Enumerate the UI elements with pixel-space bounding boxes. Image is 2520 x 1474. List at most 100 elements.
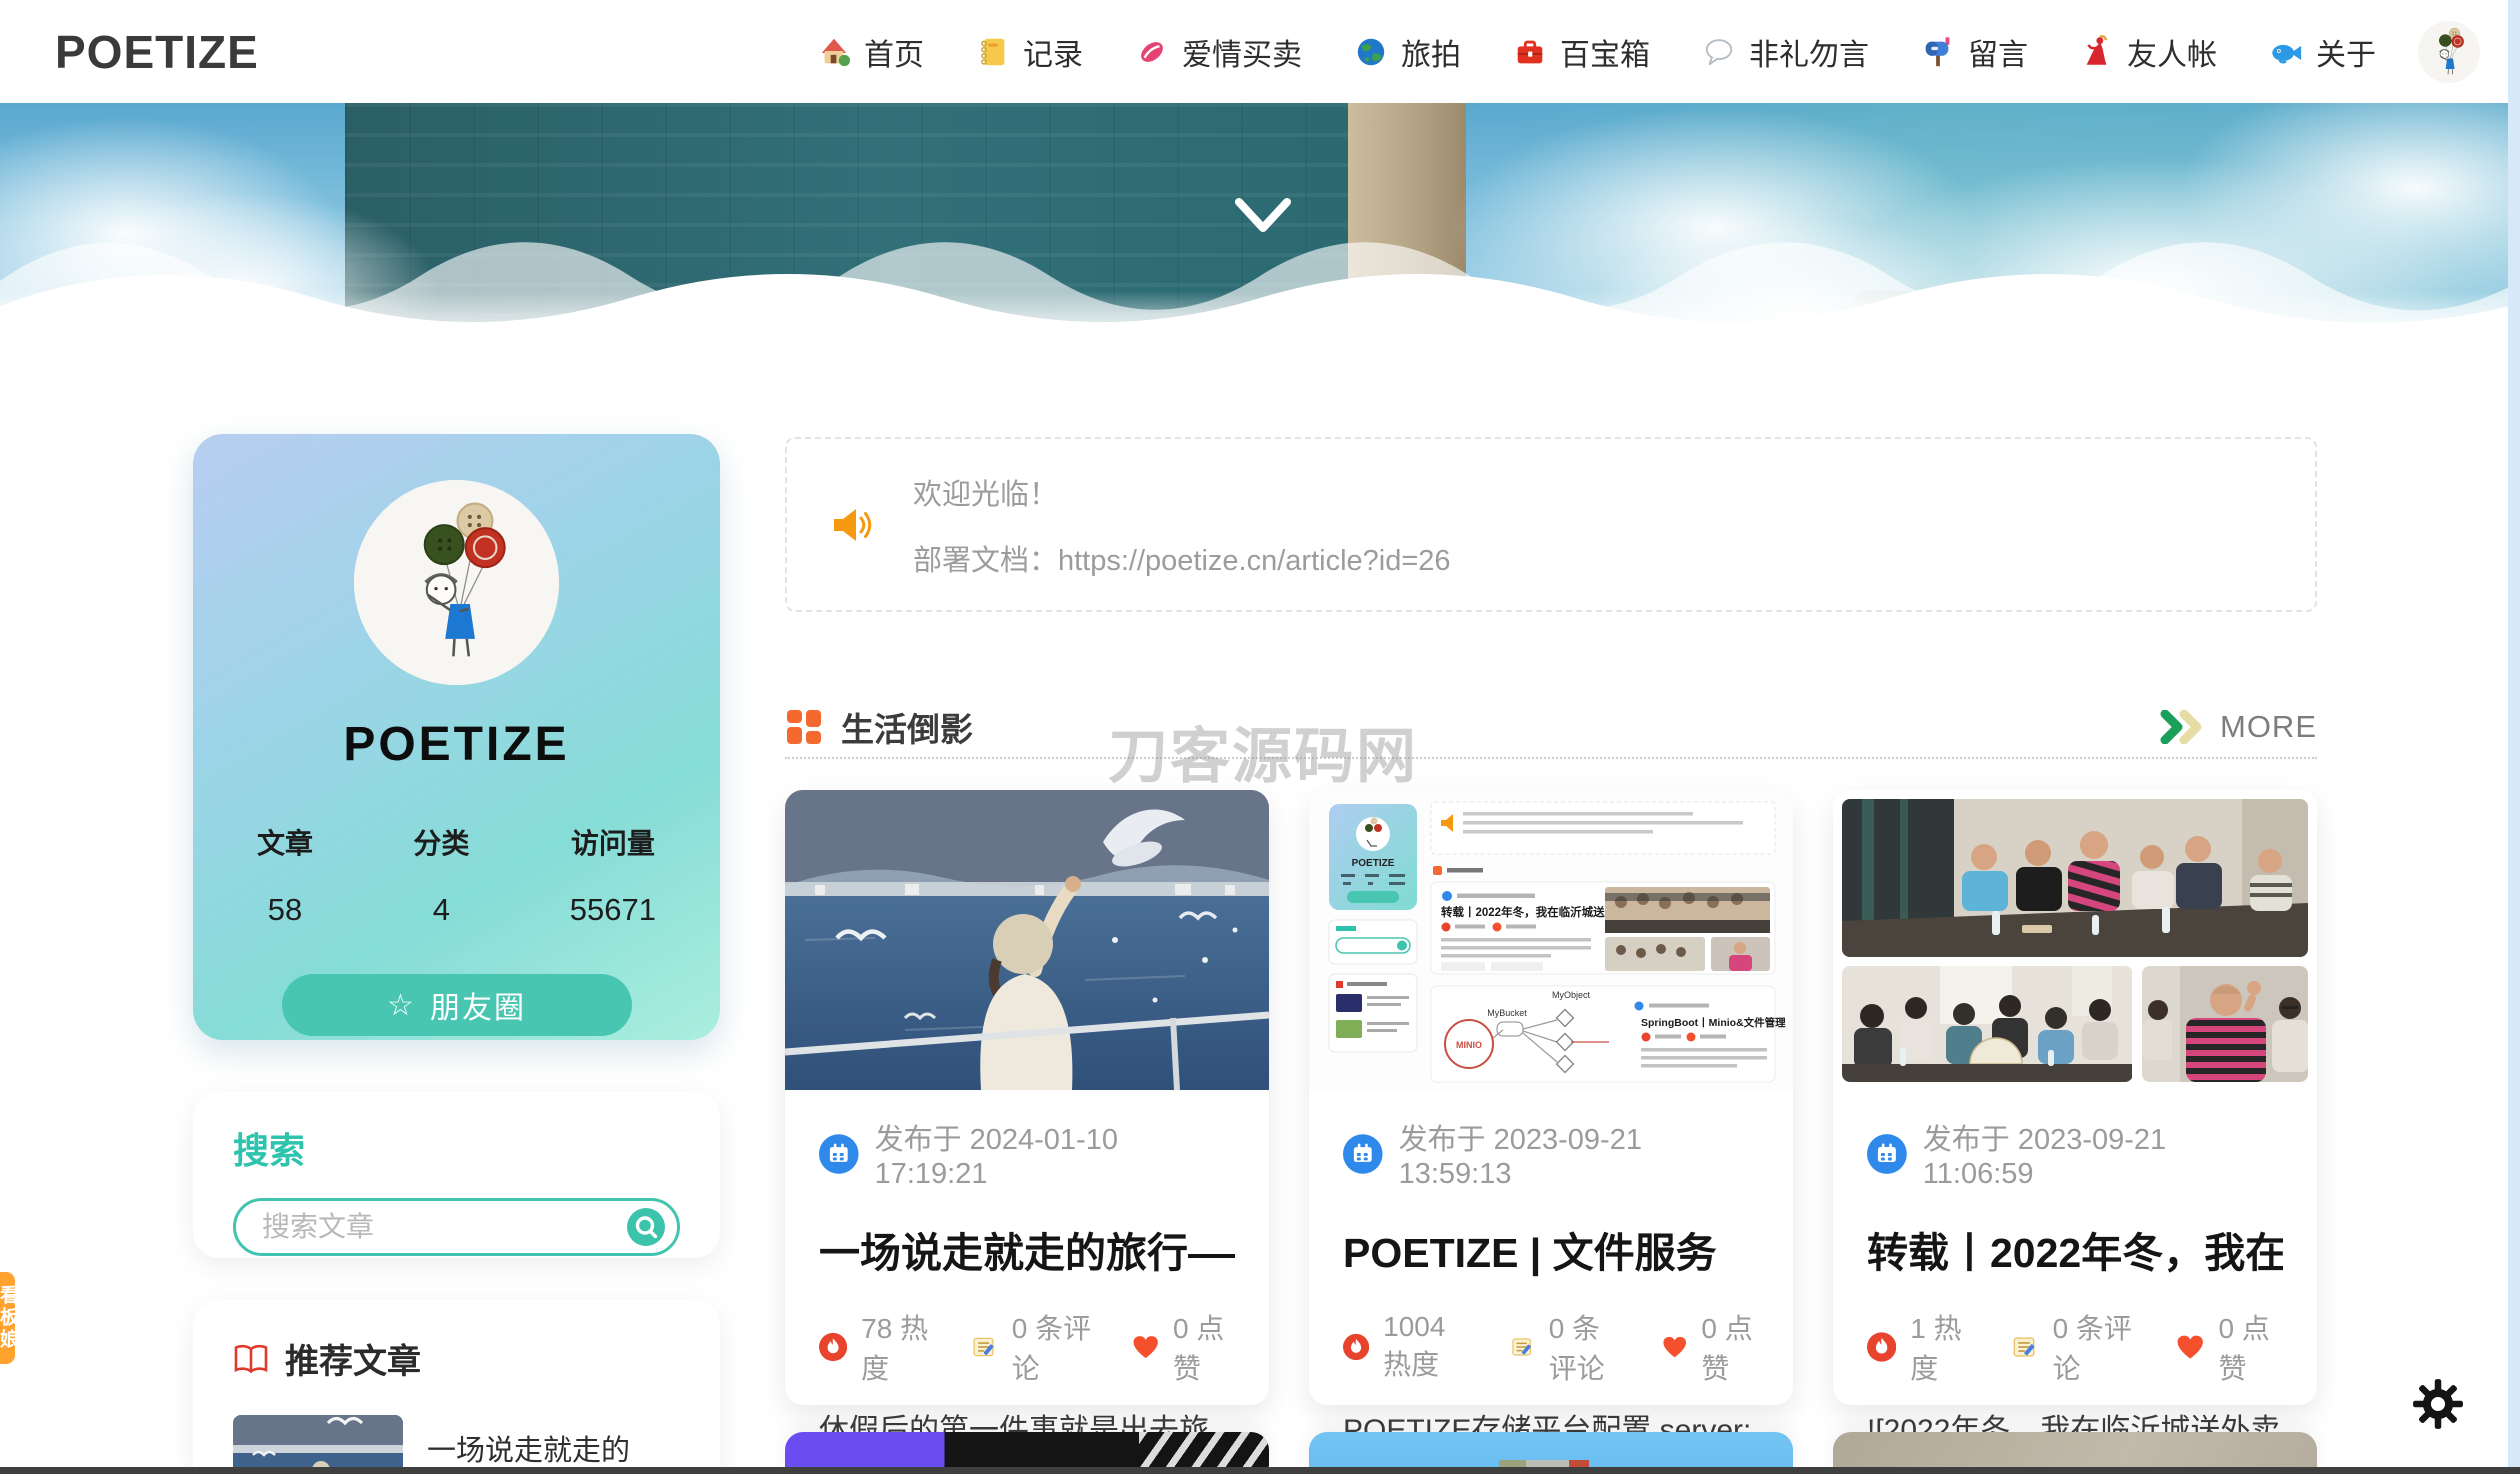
site-logo[interactable]: POETIZE — [55, 25, 259, 79]
page-scrollbar[interactable] — [2508, 0, 2520, 1474]
bottom-edge-bar — [0, 1467, 2520, 1474]
nav-item-label: 旅拍 — [1401, 30, 1461, 74]
article-likes: 0 点赞 — [1173, 1307, 1235, 1387]
calendar-icon — [1343, 1134, 1383, 1174]
lips-icon — [1135, 35, 1169, 69]
mailbox-icon — [1921, 35, 1955, 69]
article-comments: 0 条评论 — [1012, 1307, 1096, 1387]
comment-memo-icon — [2011, 1330, 2039, 1364]
mini-minio-label: MINIO — [1456, 1040, 1482, 1050]
friends-circle-button[interactable]: ☆ 朋友圈 — [282, 974, 632, 1036]
article-date: 发布于 2023-09-21 11:06:59 — [1923, 1116, 2283, 1191]
heart-icon — [2176, 1332, 2204, 1363]
kanban-girl-toggle[interactable]: 看板娘 — [0, 1272, 15, 1364]
article-card-3[interactable]: 发布于 2023-09-21 11:06:59 转载丨2022年冬，我在临… 1… — [1833, 790, 2317, 1405]
scroll-down-button[interactable] — [1232, 195, 1294, 244]
recommend-item-title: 一场说走就走的旅… — [427, 1415, 680, 1474]
article-likes: 0 点赞 — [1701, 1307, 1759, 1387]
article-stats: 1 热度 0 条评论 0 点赞 — [1867, 1307, 2283, 1387]
stat-value: 55671 — [570, 892, 656, 928]
article-card-1[interactable]: 发布于 2024-01-10 17:19:21 一场说走就走的旅行——… 78 … — [785, 790, 1269, 1405]
nav-item-label: 非礼勿言 — [1749, 30, 1869, 74]
nav-item-label: 友人帐 — [2127, 30, 2217, 74]
user-avatar[interactable] — [2418, 21, 2480, 83]
article-title: 转载丨2022年冬，我在临… — [1867, 1219, 2283, 1279]
article-stats: 78 热度 0 条评论 0 点赞 — [819, 1307, 1235, 1387]
collage-photo-bottom-left — [1842, 966, 2133, 1082]
stat-label: 分类 — [413, 822, 469, 862]
article-body: 发布于 2023-09-21 13:59:13 POETIZE | 文件服务 1… — [1309, 1116, 1793, 1474]
article-date: 发布于 2023-09-21 13:59:13 — [1399, 1116, 1759, 1191]
collage-photo-bottom-right — [2142, 966, 2308, 1082]
avatar-girl-with-button-balloons-icon — [2418, 21, 2480, 83]
search-input[interactable] — [262, 1211, 627, 1243]
grid-icon — [785, 708, 823, 746]
profile-card: POETIZE 文章 58 分类 4 访问量 55671 ☆ 朋友圈 — [193, 434, 720, 1040]
toolbox-icon — [1513, 35, 1547, 69]
calendar-icon — [819, 1134, 859, 1174]
poetize-homepage: POETIZE 首页 记录 爱情买卖 旅拍 百宝箱 — [0, 0, 2520, 1474]
search-box — [233, 1198, 680, 1256]
article-stats: 1004 热度 0 条评论 0 点赞 — [1343, 1307, 1759, 1387]
collage-photo-top — [1842, 799, 2308, 957]
mini-brand: POETIZE — [1352, 858, 1395, 869]
flame-icon — [1867, 1329, 1896, 1365]
nav-item-label: 首页 — [864, 30, 924, 74]
comment-memo-icon — [1510, 1330, 1535, 1364]
gear-icon — [2412, 1378, 2464, 1430]
section-title: 生活倒影 — [841, 703, 973, 751]
article-heat: 1004 热度 — [1383, 1311, 1475, 1383]
stat-label: 访问量 — [570, 822, 656, 862]
nav-item-treasure[interactable]: 百宝箱 — [1513, 30, 1650, 74]
article-date-row: 发布于 2023-09-21 13:59:13 — [1343, 1116, 1759, 1191]
nav-item-label: 记录 — [1023, 30, 1083, 74]
nav-item-friends[interactable]: 友人帐 — [2080, 30, 2217, 74]
globe-icon — [1354, 35, 1388, 69]
announcement-line-1: 欢迎光临！ — [913, 471, 1451, 513]
mini-myobject-label: MyObject — [1552, 990, 1591, 1000]
kanban-girl-label: 看板娘 — [0, 1285, 15, 1351]
nav-item-no-rudeness[interactable]: 非礼勿言 — [1702, 30, 1869, 74]
recommend-thumbnail — [233, 1415, 403, 1474]
section-header: 生活倒影 MORE — [785, 698, 2317, 756]
speaker-icon — [829, 502, 877, 548]
profile-name: POETIZE — [193, 717, 720, 772]
heart-icon — [1662, 1332, 1687, 1363]
recommend-item[interactable]: 一场说走就走的旅… — [233, 1415, 680, 1474]
mini-article-title: 转载丨2022年冬，我在临沂城送外卖 — [1441, 905, 1628, 919]
search-button[interactable] — [627, 1208, 665, 1246]
stat-label: 文章 — [257, 822, 313, 862]
article-comments: 0 条评论 — [2053, 1307, 2140, 1387]
notebook-icon — [976, 35, 1010, 69]
nav-item-home[interactable]: 首页 — [817, 30, 924, 74]
nav-item-love[interactable]: 爱情买卖 — [1135, 30, 1302, 74]
announcement-box: 欢迎光临！ 部署文档：https://poetize.cn/article?id… — [785, 437, 2317, 612]
announcement-text: 欢迎光临！ 部署文档：https://poetize.cn/article?id… — [913, 471, 1451, 579]
flame-icon — [1343, 1329, 1369, 1365]
nav-item-label: 留言 — [1968, 30, 2028, 74]
nav-item-message-board[interactable]: 留言 — [1921, 30, 2028, 74]
double-chevron-icon — [2160, 710, 2206, 744]
settings-button[interactable] — [2412, 1378, 2464, 1435]
article-card-2[interactable]: POETIZE 转载丨2022年冬，我在临沂城送外卖 — [1309, 790, 1793, 1405]
nav-item-label: 百宝箱 — [1560, 30, 1650, 74]
heart-icon — [1132, 1332, 1159, 1363]
nav-item-travel[interactable]: 旅拍 — [1354, 30, 1461, 74]
flame-icon — [819, 1329, 847, 1365]
nav-item-label: 关于 — [2316, 30, 2376, 74]
more-button[interactable]: MORE — [2160, 709, 2317, 745]
recommend-card: 推荐文章 一场说走就走的旅… — [193, 1300, 720, 1474]
recommend-title: 推荐文章 — [285, 1334, 421, 1383]
article-image-seagull — [785, 790, 1269, 1090]
profile-avatar[interactable] — [354, 480, 559, 685]
search-icon — [627, 1208, 665, 1246]
article-image-website-screenshot: POETIZE 转载丨2022年冬，我在临沂城送外卖 — [1309, 790, 1793, 1090]
article-heat: 1 热度 — [1910, 1307, 1975, 1387]
profile-stats: 文章 58 分类 4 访问量 55671 — [193, 822, 720, 928]
nav-item-records[interactable]: 记录 — [976, 30, 1083, 74]
article-body: 发布于 2024-01-10 17:19:21 一场说走就走的旅行——… 78 … — [785, 1116, 1269, 1474]
nav-item-about[interactable]: 关于 — [2269, 30, 2376, 74]
stat-categories: 分类 4 — [413, 822, 469, 928]
stat-value: 4 — [413, 892, 469, 928]
nav-item-label: 爱情买卖 — [1182, 30, 1302, 74]
